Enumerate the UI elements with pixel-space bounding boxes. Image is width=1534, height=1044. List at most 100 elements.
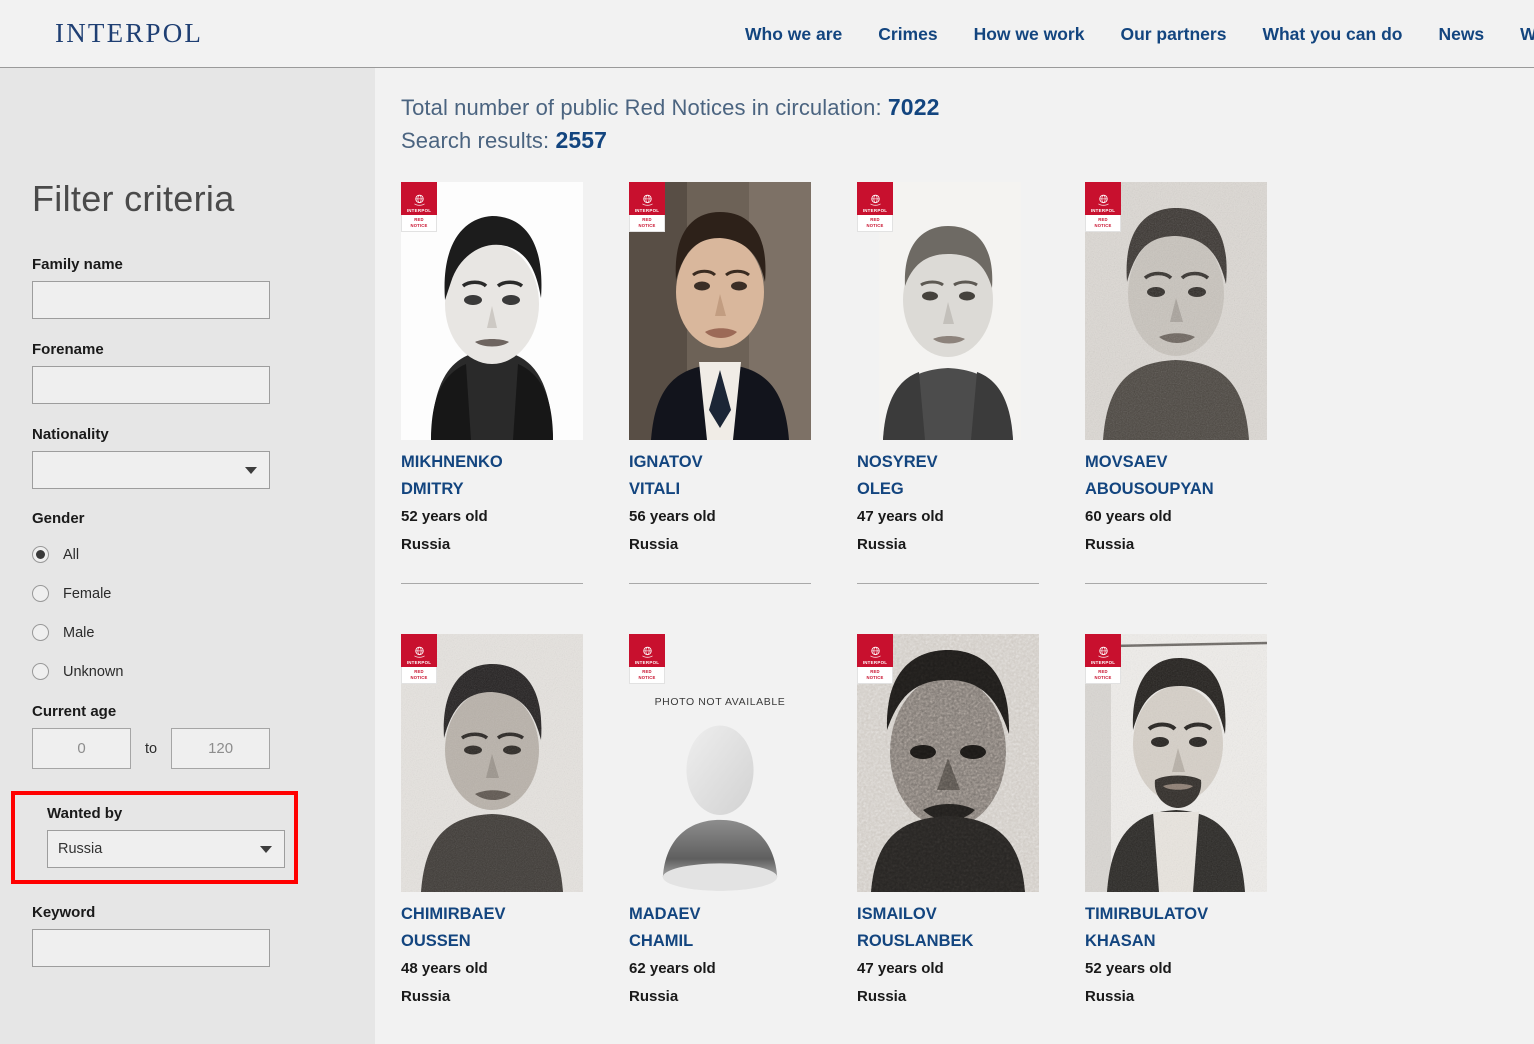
portrait-image [857, 634, 1039, 892]
keyword-field-group: Keyword [32, 904, 375, 967]
person-age: 48 years old [401, 960, 488, 977]
person-age: 47 years old [857, 960, 944, 977]
search-results-line: Search results: 2557 [401, 127, 1534, 154]
portrait-image [629, 182, 811, 440]
person-age: 47 years old [857, 508, 944, 525]
chevron-down-icon [245, 466, 257, 474]
nav-item-news[interactable]: News [1438, 24, 1484, 45]
nationality-label: Nationality [32, 426, 109, 443]
notice-card[interactable]: INTERPOL RED NOTICE TIMIRBULATOV KHASAN … [1085, 634, 1313, 1011]
person-family-name[interactable]: TIMIRBULATOV [1085, 901, 1267, 928]
nationality-select[interactable] [32, 451, 270, 489]
person-forename[interactable]: OUSSEN [401, 928, 583, 955]
search-results-label: Search results: [401, 128, 550, 153]
nav-item-how-we-work[interactable]: How we work [974, 24, 1085, 45]
family-name-input[interactable] [32, 281, 270, 319]
notice-card[interactable]: PHOTO NOT AVAILABLE INTERPOL RED NOTICE … [629, 634, 857, 1011]
main-navigation: Who we are Crimes How we work Our partne… [745, 0, 1534, 68]
person-forename[interactable]: CHAMIL [629, 928, 811, 955]
notice-photo[interactable] [401, 634, 583, 892]
search-results-count: 2557 [555, 127, 608, 153]
gender-option-male[interactable]: Male [32, 613, 375, 652]
person-forename[interactable]: KHASAN [1085, 928, 1267, 955]
notice-photo[interactable] [1085, 182, 1267, 440]
person-country: Russia [857, 536, 907, 553]
person-family-name[interactable]: IGNATOV [629, 449, 811, 476]
person-family-name[interactable]: ISMAILOV [857, 901, 1039, 928]
nationality-field-group: Nationality [32, 426, 375, 489]
radio-icon-male[interactable] [32, 624, 49, 641]
interpol-logo[interactable]: INTERPOL [55, 18, 203, 49]
filter-sidebar: Filter criteria Family name Forename Nat… [0, 68, 375, 1044]
notice-photo[interactable] [629, 182, 811, 440]
nav-item-our-partners[interactable]: Our partners [1120, 24, 1226, 45]
notice-card[interactable]: INTERPOL RED NOTICE MIKHNENKO DMITRY 52 … [401, 182, 629, 584]
total-notices-count: 7022 [887, 94, 940, 120]
gender-option-all[interactable]: All [32, 535, 375, 574]
person-forename[interactable]: VITALI [629, 476, 811, 503]
nav-item-who-we-are[interactable]: Who we are [745, 24, 842, 45]
age-range-row: to [32, 728, 375, 769]
person-age: 52 years old [401, 508, 488, 525]
notice-card[interactable]: INTERPOL RED NOTICE ISMAILOV ROUSLANBEK … [857, 634, 1085, 1011]
person-forename[interactable]: DMITRY [401, 476, 583, 503]
person-family-name[interactable]: NOSYREV [857, 449, 1039, 476]
notice-photo[interactable] [1085, 634, 1267, 892]
family-name-label: Family name [32, 256, 123, 273]
gender-option-male-label: Male [63, 624, 95, 641]
radio-icon-female[interactable] [32, 585, 49, 602]
forename-input[interactable] [32, 366, 270, 404]
person-forename[interactable]: ROUSLANBEK [857, 928, 1039, 955]
person-forename[interactable]: ABOUSOUPYAN [1085, 476, 1267, 503]
no-photo-container: PHOTO NOT AVAILABLE [629, 634, 811, 892]
person-silhouette-icon [662, 725, 778, 891]
notice-card[interactable]: INTERPOL RED NOTICE IGNATOV VITALI 56 ye… [629, 182, 857, 584]
notice-card[interactable]: INTERPOL RED NOTICE MOVSAEV ABOUSOUPYAN … [1085, 182, 1313, 584]
person-family-name[interactable]: CHIMIRBAEV [401, 901, 583, 928]
portrait-image [857, 182, 1039, 440]
person-country: Russia [629, 988, 679, 1005]
gender-label: Gender [32, 510, 85, 527]
radio-icon-unknown[interactable] [32, 663, 49, 680]
forename-label: Forename [32, 341, 104, 358]
keyword-input[interactable] [32, 929, 270, 967]
notice-info: MIKHNENKO DMITRY 52 years old Russia [401, 449, 583, 559]
person-country: Russia [401, 988, 451, 1005]
nav-item-wanted[interactable]: Want [1520, 24, 1534, 45]
gender-option-unknown[interactable]: Unknown [32, 652, 375, 691]
photo-not-available-label: PHOTO NOT AVAILABLE [654, 696, 786, 708]
portrait-image [401, 634, 583, 892]
notice-info: MADAEV CHAMIL 62 years old Russia [629, 901, 811, 1011]
notice-info: MOVSAEV ABOUSOUPYAN 60 years old Russia [1085, 449, 1267, 559]
notice-photo[interactable] [401, 182, 583, 440]
nav-item-crimes[interactable]: Crimes [878, 24, 937, 45]
wanted-by-label: Wanted by [47, 805, 123, 822]
gender-field-group: Gender All Female Male Unknown [32, 510, 375, 691]
person-family-name[interactable]: MIKHNENKO [401, 449, 583, 476]
gender-option-female-label: Female [63, 585, 112, 602]
radio-icon-all[interactable] [32, 546, 49, 563]
current-age-field-group: Current age to [32, 703, 375, 769]
wanted-by-select[interactable]: Russia [47, 830, 285, 868]
notice-info: NOSYREV OLEG 47 years old Russia [857, 449, 1039, 559]
total-notices-label: Total number of public Red Notices in ci… [401, 95, 882, 120]
notice-photo[interactable] [857, 182, 1039, 440]
person-family-name[interactable]: MADAEV [629, 901, 811, 928]
wanted-by-highlight-box: Wanted by Russia [11, 791, 298, 884]
age-range-separator: to [145, 740, 158, 757]
notice-photo[interactable] [857, 634, 1039, 892]
filter-criteria-heading: Filter criteria [32, 178, 235, 219]
person-family-name[interactable]: MOVSAEV [1085, 449, 1267, 476]
nav-item-what-you-can-do[interactable]: What you can do [1262, 24, 1402, 45]
notice-photo-placeholder[interactable]: PHOTO NOT AVAILABLE [629, 634, 811, 892]
gender-option-unknown-label: Unknown [63, 663, 124, 680]
notice-card[interactable]: INTERPOL RED NOTICE NOSYREV OLEG 47 year… [857, 182, 1085, 584]
age-from-input[interactable] [32, 728, 131, 769]
chevron-down-icon [260, 845, 272, 853]
person-age: 62 years old [629, 960, 716, 977]
gender-option-female[interactable]: Female [32, 574, 375, 613]
portrait-image [401, 182, 583, 440]
person-forename[interactable]: OLEG [857, 476, 1039, 503]
age-to-input[interactable] [171, 728, 271, 769]
notice-card[interactable]: INTERPOL RED NOTICE CHIMIRBAEV OUSSEN 48… [401, 634, 629, 1011]
